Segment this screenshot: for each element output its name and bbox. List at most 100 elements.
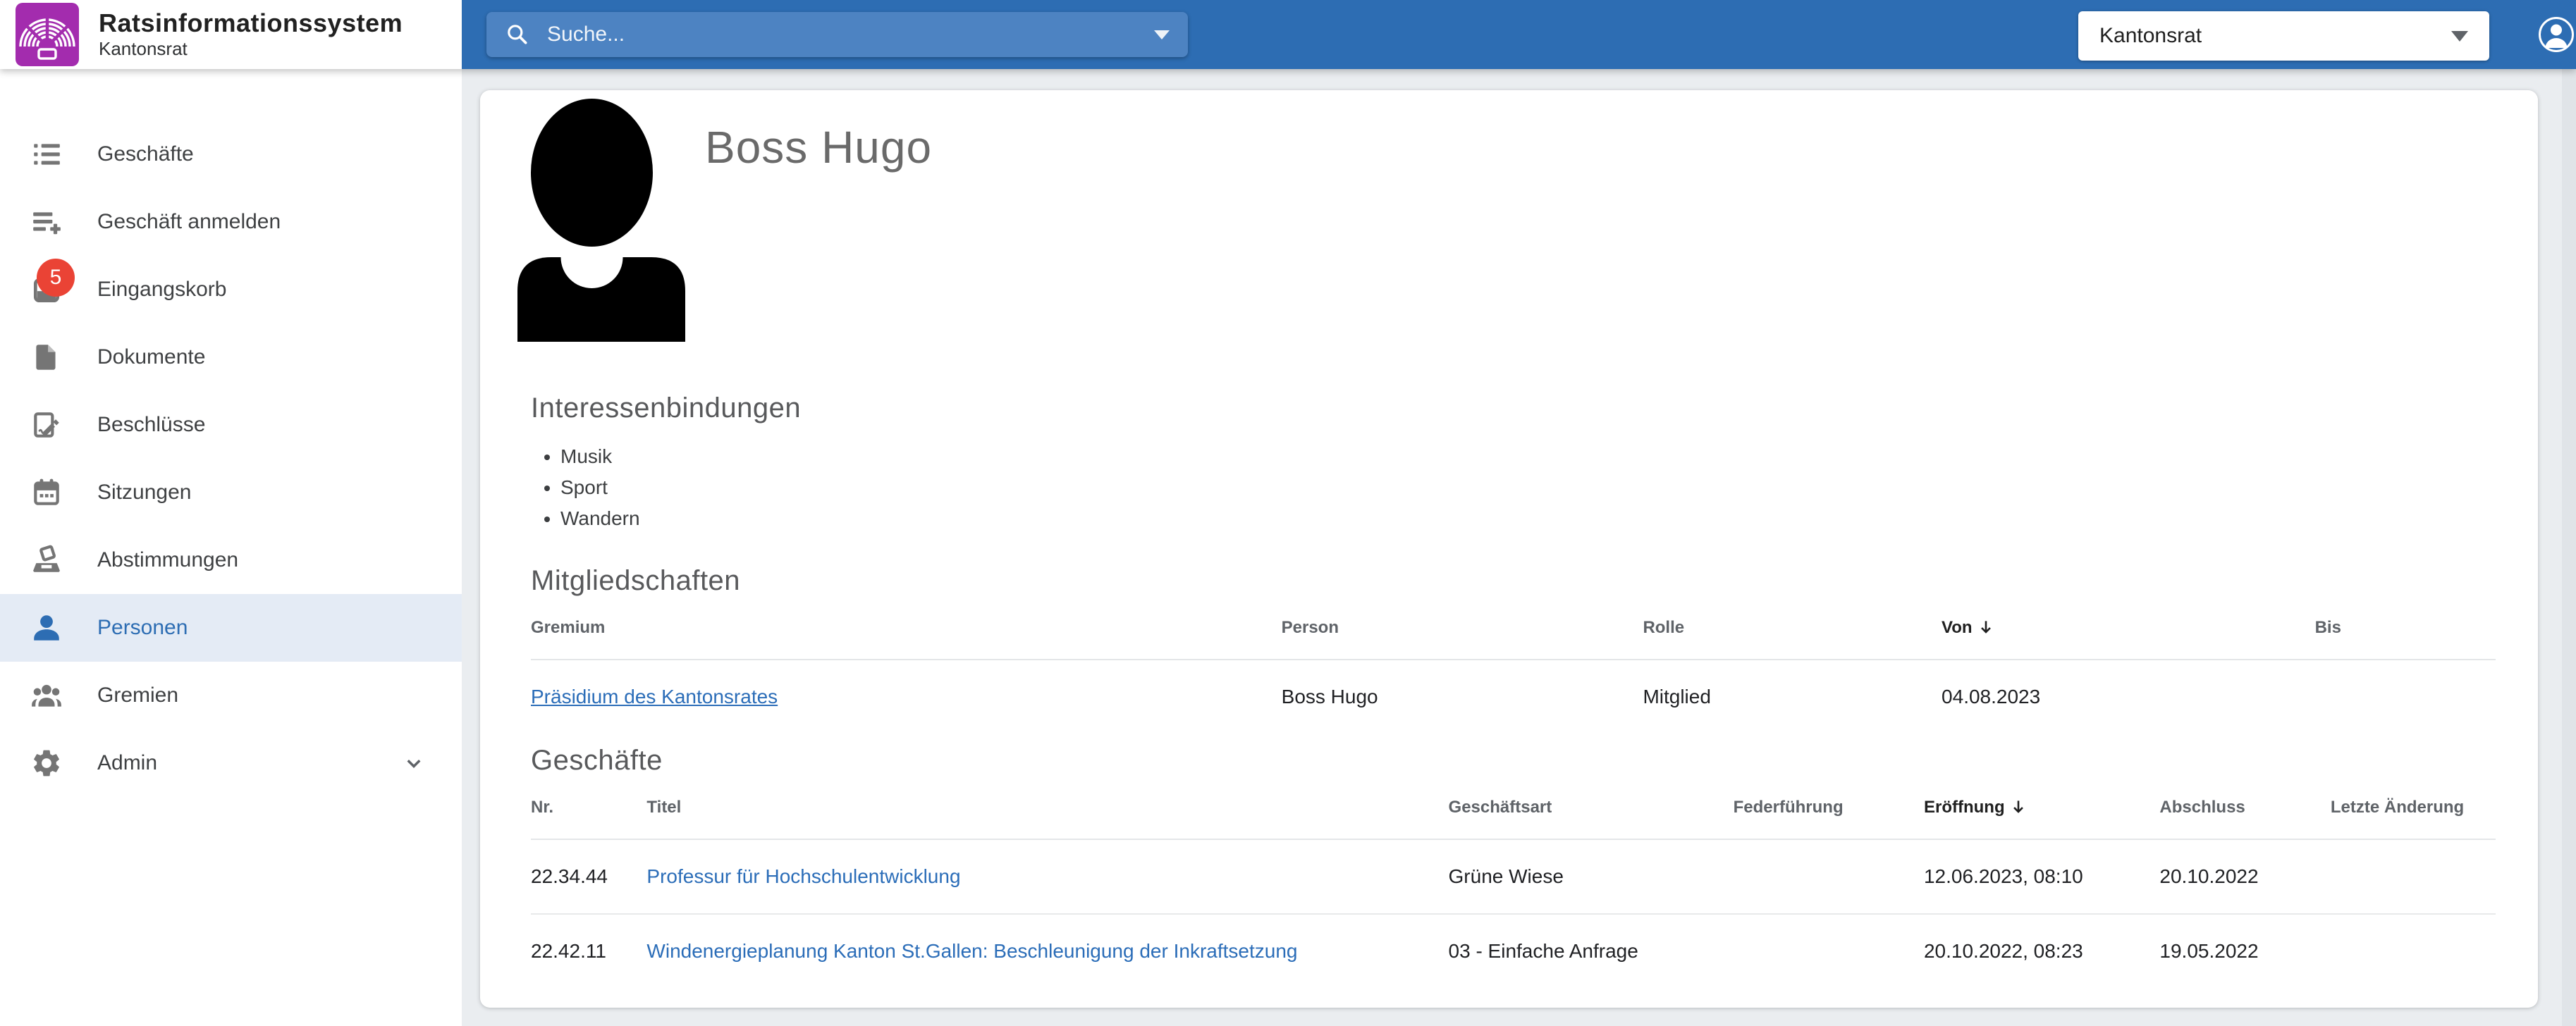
sidebar-item-geschaefte[interactable]: Geschäfte (0, 120, 462, 188)
calendar-icon (30, 476, 63, 509)
column-header-bis[interactable]: Bis (2315, 598, 2496, 660)
account-icon[interactable] (2537, 16, 2575, 54)
column-header-geschaeftsart[interactable]: Geschäftsart (1449, 778, 1734, 839)
app-header: Ratsinformationssystem Kantonsrat Kanton… (0, 0, 2576, 69)
sidebar-item-label: Eingangskorb (97, 278, 226, 302)
sidebar-item-sitzungen[interactable]: Sitzungen (0, 459, 462, 526)
geschaefte-table: Nr. Titel Geschäftsart Federführung Eröf… (531, 778, 2496, 988)
sidebar-item-label: Admin (97, 751, 157, 775)
sidebar-item-abstimmungen[interactable]: Abstimmungen (0, 526, 462, 594)
brand: Ratsinformationssystem Kantonsrat (0, 0, 462, 69)
sort-descending-icon (2009, 798, 2028, 816)
sidebar-item-eingangskorb[interactable]: 5 Eingangskorb (0, 256, 462, 323)
cell-nr: 22.42.11 (531, 914, 646, 988)
list-item: Musik (560, 441, 2496, 472)
cell-rolle: Mitglied (1643, 660, 1942, 734)
cell-bis (2315, 660, 2496, 734)
column-header-titel[interactable]: Titel (646, 778, 1448, 839)
app-subtitle: Kantonsrat (99, 38, 403, 60)
sidebar-item-personen[interactable]: Personen (0, 594, 462, 662)
sidebar-item-gremien[interactable]: Gremien (0, 662, 462, 729)
person-icon (30, 611, 63, 645)
table-header-row: Nr. Titel Geschäftsart Federführung Eröf… (531, 778, 2496, 839)
scrollbar[interactable] (2562, 69, 2576, 1026)
sidebar-item-label: Geschäft anmelden (97, 210, 281, 234)
search-icon (505, 22, 530, 47)
brand-text: Ratsinformationssystem Kantonsrat (99, 9, 403, 61)
cell-geschaeftsart: Grüne Wiese (1449, 839, 1734, 914)
cell-geschaeftsart: 03 - Einfache Anfrage (1449, 914, 1734, 988)
table-row: 22.42.11 Windenergieplanung Kanton St.Ga… (531, 914, 2496, 988)
content-area: Boss Hugo Interessenbindungen Musik Spor… (462, 69, 2576, 1026)
sort-descending-icon (1977, 618, 1995, 636)
sidebar-item-beschluesse[interactable]: Beschlüsse (0, 391, 462, 459)
cell-letzte-aenderung (2331, 914, 2496, 988)
geschaefte-section-title: Geschäfte (531, 745, 2496, 777)
council-selector[interactable]: Kantonsrat (2078, 11, 2489, 61)
ballot-icon (30, 543, 63, 577)
list-icon (30, 137, 63, 171)
sidebar-item-label: Geschäfte (97, 142, 194, 166)
sidebar-item-label: Beschlüsse (97, 413, 205, 437)
person-detail-card: Boss Hugo Interessenbindungen Musik Spor… (480, 90, 2538, 1008)
column-header-abschluss[interactable]: Abschluss (2159, 778, 2330, 839)
search-box[interactable] (486, 12, 1188, 57)
notification-badge: 5 (37, 259, 75, 297)
cell-abschluss: 20.10.2022 (2159, 839, 2330, 914)
search-dropdown-arrow-icon[interactable] (1154, 30, 1170, 39)
decision-icon (30, 408, 63, 442)
profile-header: Boss Hugo (531, 99, 2496, 342)
column-header-federfuehrung[interactable]: Federführung (1734, 778, 1924, 839)
council-selector-value: Kantonsrat (2099, 24, 2202, 48)
cell-nr: 22.34.44 (531, 839, 646, 914)
interests-list: Musik Sport Wandern (531, 441, 2496, 534)
geschaeft-link[interactable]: Professur für Hochschulentwicklung (646, 865, 960, 887)
sidebar-item-label: Dokumente (97, 345, 205, 369)
gear-icon (30, 746, 63, 780)
cell-federfuehrung (1734, 839, 1924, 914)
topbar: Kantonsrat (462, 0, 2576, 69)
chevron-down-icon (401, 750, 427, 776)
sidebar-item-admin[interactable]: Admin (0, 729, 462, 797)
main-area: Geschäfte Geschäft anmelden 5 (0, 69, 2576, 1026)
column-header-person[interactable]: Person (1282, 598, 1643, 660)
column-header-eroeffnung[interactable]: Eröffnung (1924, 778, 2159, 839)
search-input[interactable] (547, 23, 1154, 47)
memberships-section-title: Mitgliedschaften (531, 565, 2496, 597)
column-header-von[interactable]: Von (1942, 598, 2315, 660)
sidebar-item-label: Personen (97, 616, 188, 640)
cell-von: 04.08.2023 (1942, 660, 2315, 734)
list-item: Wandern (560, 503, 2496, 534)
sidebar: Geschäfte Geschäft anmelden 5 (0, 69, 462, 1026)
avatar (517, 99, 685, 342)
cell-letzte-aenderung (2331, 839, 2496, 914)
cell-eroeffnung: 20.10.2022, 08:23 (1924, 914, 2159, 988)
cell-eroeffnung: 12.06.2023, 08:10 (1924, 839, 2159, 914)
sidebar-item-geschaeft-anmelden[interactable]: Geschäft anmelden (0, 188, 462, 256)
app-title: Ratsinformationssystem (99, 9, 403, 37)
page-title: Boss Hugo (705, 121, 932, 173)
cell-abschluss: 19.05.2022 (2159, 914, 2330, 988)
sidebar-item-label: Sitzungen (97, 481, 191, 505)
column-header-rolle[interactable]: Rolle (1643, 598, 1942, 660)
playlist-add-icon (30, 205, 63, 239)
group-icon (30, 679, 63, 712)
column-header-letzte-aenderung[interactable]: Letzte Änderung (2331, 778, 2496, 839)
table-header-row: Gremium Person Rolle Von Bis (531, 598, 2496, 660)
sidebar-item-label: Gremien (97, 684, 178, 707)
list-item: Sport (560, 472, 2496, 503)
geschaeft-link[interactable]: Windenergieplanung Kanton St.Gallen: Bes… (646, 940, 1297, 962)
sidebar-item-label: Abstimmungen (97, 548, 238, 572)
dropdown-arrow-icon (2451, 31, 2468, 42)
memberships-table: Gremium Person Rolle Von Bis Präsidium d… (531, 598, 2496, 734)
table-row: Präsidium des Kantonsrates Boss Hugo Mit… (531, 660, 2496, 734)
gremium-link[interactable]: Präsidium des Kantonsrates (531, 686, 778, 707)
inbox-icon: 5 (30, 273, 63, 307)
column-header-gremium[interactable]: Gremium (531, 598, 1282, 660)
sidebar-item-dokumente[interactable]: Dokumente (0, 323, 462, 391)
parliament-logo-icon (16, 3, 79, 66)
interests-section-title: Interessenbindungen (531, 393, 2496, 424)
column-header-nr[interactable]: Nr. (531, 778, 646, 839)
document-icon (30, 340, 63, 374)
cell-person: Boss Hugo (1282, 660, 1643, 734)
